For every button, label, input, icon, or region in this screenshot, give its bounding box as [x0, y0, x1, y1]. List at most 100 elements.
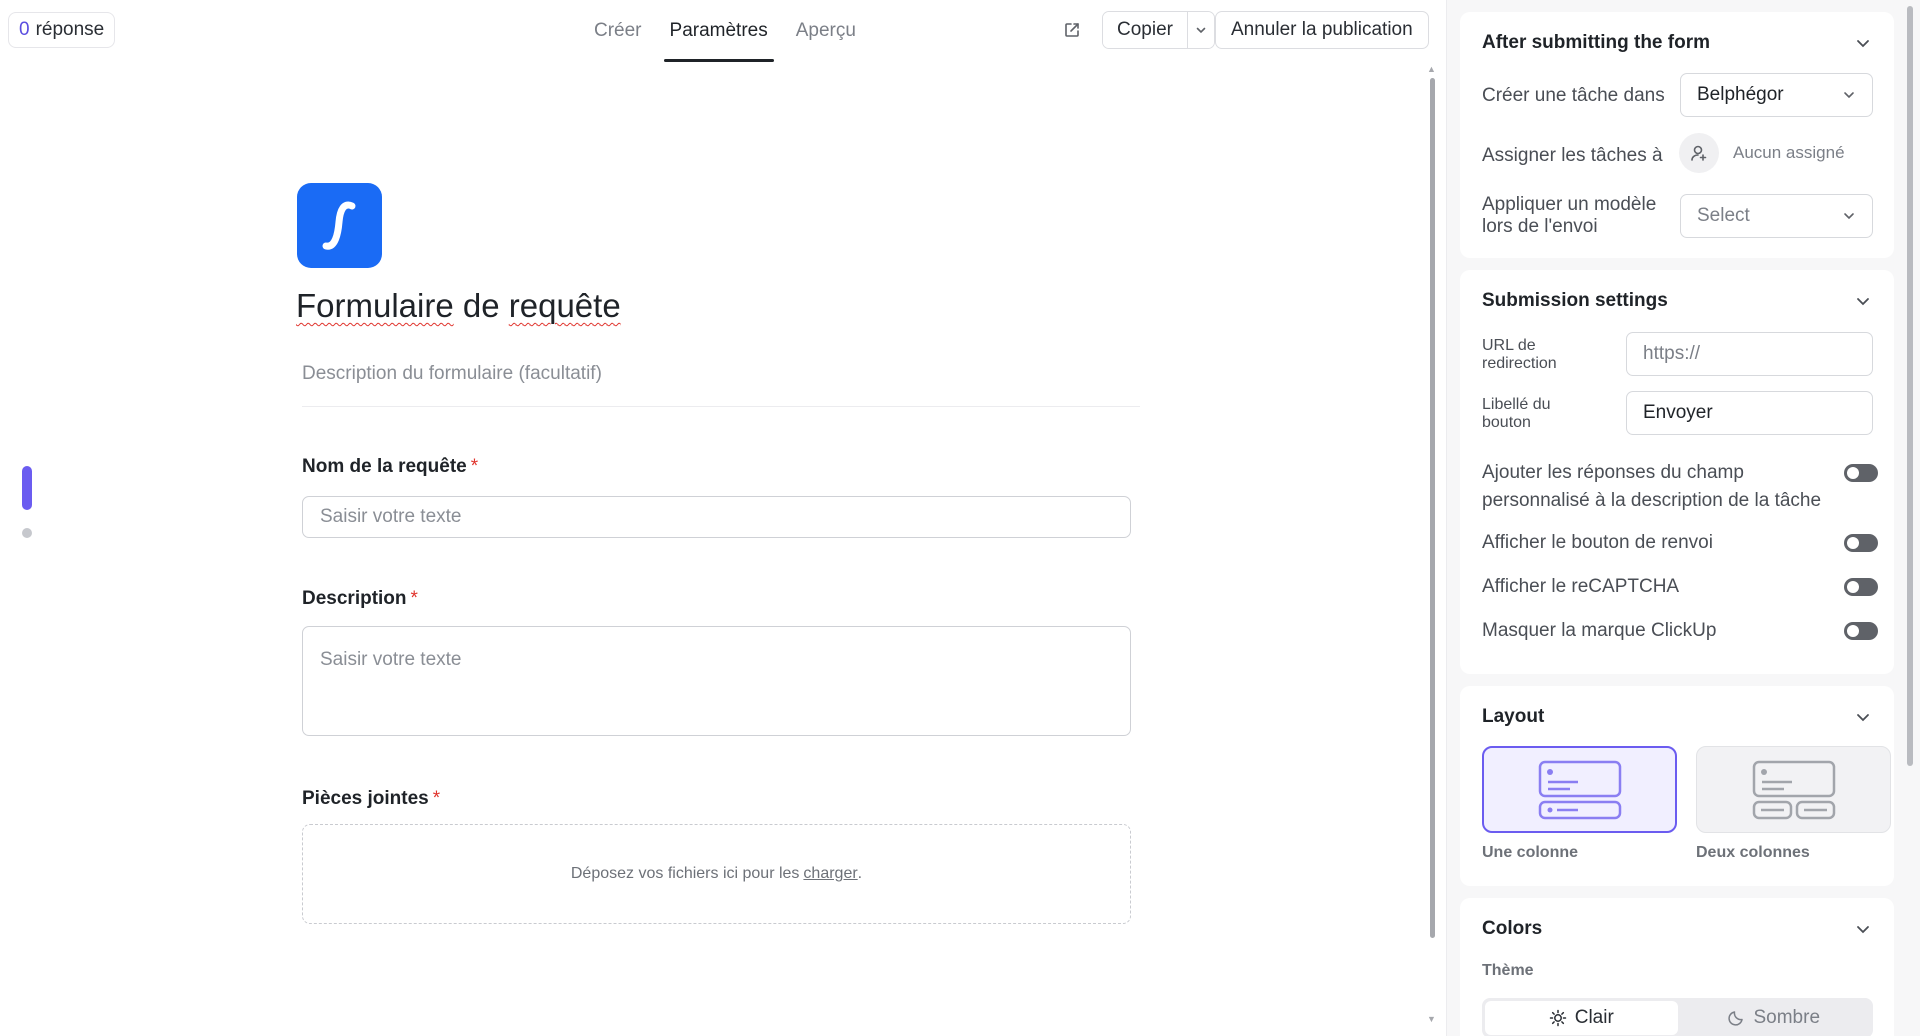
field-label-request-name: Nom de la requête *	[302, 456, 478, 478]
sun-icon	[1549, 1009, 1566, 1027]
theme-light-label: Clair	[1574, 1007, 1614, 1028]
template-label: Appliquer un modèle lors de l'envoi	[1482, 194, 1656, 238]
redirect-url-input[interactable]: https://	[1626, 332, 1873, 376]
toggle-label-append-responses: Ajouter les réponses du champ personnali…	[1482, 459, 1821, 515]
button-label-line1: Libellé du	[1482, 396, 1551, 413]
input-placeholder: Saisir votre texte	[320, 506, 462, 527]
form-divider	[302, 406, 1140, 407]
field-label-attachments: Pièces jointes *	[302, 788, 440, 810]
recaptcha-toggle[interactable]	[1844, 578, 1878, 596]
description-textarea[interactable]: Saisir votre texte	[302, 626, 1131, 736]
two-column-layout-icon	[1752, 760, 1835, 819]
layout-card: Layout Une colonne Deux colonnes	[1460, 686, 1894, 886]
template-label-line1: Appliquer un modèle	[1482, 194, 1657, 215]
responses-count: 0	[19, 19, 30, 40]
form-description-placeholder[interactable]: Description du formulaire (facultatif)	[302, 363, 602, 385]
chevron-down-icon[interactable]	[1854, 292, 1872, 310]
scroll-up-arrow[interactable]: ▲	[1427, 64, 1436, 74]
toggle-label-resubmit: Afficher le bouton de renvoi	[1482, 532, 1713, 553]
toggle-label-recaptcha: Afficher le reCAPTCHA	[1482, 576, 1680, 597]
chevron-down-icon	[1844, 213, 1854, 220]
dropzone-suffix: .	[857, 865, 863, 882]
form-title[interactable]: Formulaire de requête	[296, 287, 621, 325]
layout-one-column-option[interactable]	[1482, 746, 1677, 833]
user-add-icon	[1679, 133, 1719, 173]
theme-dark-label: Sombre	[1753, 1007, 1821, 1028]
assignee-value: Aucun assigné	[1733, 143, 1845, 162]
submit-button-label-value: Envoyer	[1643, 402, 1713, 423]
external-link-icon[interactable]	[1058, 16, 1086, 44]
chevron-down-icon[interactable]	[1187, 12, 1214, 48]
panel-scrollbar-thumb[interactable]	[1907, 6, 1913, 766]
after-submit-title: After submitting the form	[1482, 32, 1710, 53]
theme-toggle: Clair Sombre	[1482, 998, 1873, 1036]
tab-create[interactable]: Créer	[580, 0, 656, 62]
redirect-url-label: URL de redirection	[1482, 337, 1557, 373]
chevron-down-icon[interactable]	[1854, 34, 1872, 52]
scroll-down-arrow[interactable]: ▼	[1427, 1014, 1436, 1024]
create-task-label: Créer une tâche dans	[1482, 85, 1665, 106]
copy-button-group: Copier	[1102, 11, 1215, 49]
required-mark: *	[410, 588, 418, 609]
form-title-word-1: Formulaire	[296, 287, 454, 324]
copy-button[interactable]: Copier	[1103, 12, 1188, 48]
layout-one-column-label: Une colonne	[1482, 844, 1579, 861]
toggle-label-line1: Ajouter les réponses du champ	[1482, 462, 1744, 483]
template-label-line2: lors de l'envoi	[1482, 216, 1598, 237]
chevron-down-icon[interactable]	[1854, 708, 1872, 726]
button-label-line2: bouton	[1482, 414, 1531, 431]
form-title-word-3: requête	[508, 287, 621, 324]
layout-two-column-label: Deux colonnes	[1696, 844, 1810, 861]
textarea-placeholder: Saisir votre texte	[320, 649, 462, 670]
redirect-url-placeholder: https://	[1643, 343, 1701, 364]
create-task-value: Belphégor	[1697, 84, 1784, 105]
append-responses-toggle[interactable]	[1844, 464, 1878, 482]
one-column-layout-icon	[1538, 760, 1621, 819]
form-logo[interactable]	[297, 183, 382, 268]
toggle-label-hide-branding: Masquer la marque ClickUp	[1482, 620, 1717, 641]
resubmit-button-toggle[interactable]	[1844, 534, 1878, 552]
hide-branding-toggle[interactable]	[1844, 622, 1878, 640]
create-task-select[interactable]: Belphégor	[1680, 73, 1873, 117]
required-mark: *	[470, 456, 479, 477]
submit-button-label-input[interactable]: Envoyer	[1626, 391, 1873, 435]
tab-preview[interactable]: Aperçu	[782, 0, 870, 62]
responses-badge[interactable]: 0 réponse	[8, 12, 116, 48]
colors-card: Colors Thème Clair Sombre	[1460, 898, 1894, 1036]
form-title-word-2: de	[453, 287, 509, 324]
field-label-text: Nom de la requête	[302, 456, 467, 477]
after-submit-card: After submitting the form Créer une tâch…	[1460, 12, 1894, 258]
view-tabs: Créer Paramètres Aperçu	[580, 0, 870, 62]
step-indicator-dot[interactable]	[22, 528, 32, 538]
tab-settings[interactable]: Paramètres	[656, 0, 782, 62]
redirect-url-label-line2: redirection	[1482, 355, 1557, 372]
theme-option-light[interactable]: Clair	[1485, 1001, 1678, 1035]
moon-icon	[1728, 1011, 1744, 1026]
request-name-input[interactable]: Saisir votre texte	[302, 496, 1131, 538]
template-select-value: Select	[1697, 205, 1750, 226]
field-label-text: Pièces jointes	[302, 788, 429, 809]
integral-logo-icon	[322, 201, 355, 250]
theme-label: Thème	[1482, 962, 1534, 979]
layout-two-column-option[interactable]	[1696, 746, 1891, 833]
toggle-label-line2: personnalisé à la description de la tâch…	[1482, 490, 1822, 511]
required-mark: *	[432, 788, 441, 809]
chevron-down-icon	[1844, 92, 1854, 99]
field-label-text: Description	[302, 588, 407, 609]
field-label-description: Description *	[302, 588, 418, 610]
upload-link[interactable]: charger	[803, 865, 857, 883]
template-select[interactable]: Select	[1680, 194, 1873, 238]
colors-title: Colors	[1482, 918, 1543, 939]
responses-label: réponse	[35, 19, 105, 40]
redirect-url-label-line1: URL de	[1482, 337, 1536, 354]
unpublish-button[interactable]: Annuler la publication	[1215, 11, 1429, 49]
chevron-down-icon[interactable]	[1854, 920, 1872, 938]
attachments-dropzone[interactable]: Déposez vos fichiers ici pour les charge…	[302, 824, 1131, 924]
assign-label: Assigner les tâches à	[1482, 145, 1663, 166]
button-label-label: Libellé du bouton	[1482, 396, 1551, 432]
assignee-picker[interactable]: Aucun assigné	[1679, 133, 1845, 173]
layout-title: Layout	[1482, 706, 1545, 727]
theme-option-dark[interactable]: Sombre	[1678, 1001, 1871, 1035]
step-indicator-active[interactable]	[22, 466, 32, 510]
canvas-scrollbar-thumb[interactable]	[1430, 78, 1435, 938]
